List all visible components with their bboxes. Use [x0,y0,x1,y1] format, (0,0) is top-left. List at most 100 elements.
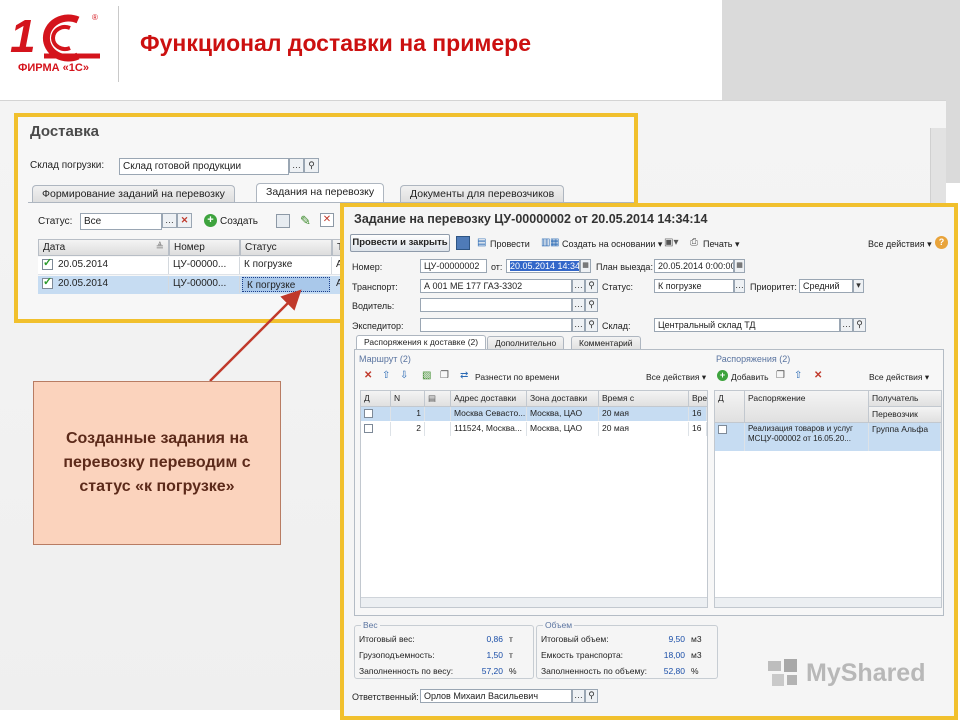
forwarder-field[interactable] [420,318,572,332]
table-row-selected[interactable]: 1 Москва Севасто... Москва, ЦАО 20 мая 1… [361,407,707,421]
search-icon[interactable]: ⚲ [585,298,598,312]
forwarder-label: Экспедитор: [352,321,404,331]
watermark-text: MyShared [806,659,926,687]
select-ellipsis-button[interactable]: … [840,318,853,332]
callout-text: Созданные задания на перевозку переводим… [63,430,251,495]
capacity-value: 1,50 [486,650,503,660]
move-up-icon[interactable]: ⇧ [794,370,802,381]
row-checkbox[interactable] [364,424,373,434]
orders-all-actions-menu[interactable]: Все действия ▾ [869,372,929,383]
post-button[interactable]: Провести [490,239,530,249]
status-label: Статус: [602,282,633,292]
copy-icon[interactable]: ❐ [776,370,785,381]
move-down-icon[interactable]: ⇩ [400,370,408,381]
column-address[interactable]: Адрес доставки [451,391,527,407]
responsible-label: Ответственный: [352,692,419,702]
calendar-icon[interactable]: ▦ [580,259,591,273]
select-ellipsis-button[interactable]: … [572,298,585,312]
create-based-menu[interactable]: Создать на основании ▾ [562,239,662,250]
print-menu[interactable]: Печать ▾ [703,239,740,250]
report-icon[interactable]: ▦ [550,237,559,248]
column-time-to[interactable]: Вре [689,391,708,407]
slide: 1 ® ФИРМА «1С» Функционал доставки на пр… [0,0,960,720]
select-ellipsis-button[interactable]: … [734,279,745,293]
orders-section-title: Распоряжения (2) [716,354,791,364]
copy-icon[interactable]: ❐ [440,370,449,381]
date-field[interactable]: 20.05.2014 14:34:14 [510,261,579,271]
column-order[interactable]: Распоряжение [745,391,869,423]
add-order-button[interactable]: Добавить [731,372,769,382]
column-carrier[interactable]: Перевозчик [869,407,942,423]
search-icon[interactable]: ⚲ [585,689,598,703]
table-row[interactable]: 2 111524, Москва... Москва, ЦАО 20 мая 1… [361,422,707,436]
fill-icon[interactable]: ▧ [422,370,431,381]
tab-delivery-orders[interactable]: Распоряжения к доставке (2) [356,335,487,349]
calendar-icon[interactable]: ▦ [734,259,745,273]
add-plus-icon[interactable]: + [717,370,728,381]
route-all-actions-menu[interactable]: Все действия ▾ [646,372,706,383]
transport-capacity-label: Емкость транспорта: [541,650,624,660]
row-time-from: 20 мая [599,407,689,421]
horizontal-scrollbar[interactable] [715,597,941,607]
responsible-field[interactable]: Орлов Михаил Васильевич [420,689,572,703]
number-label: Номер: [352,262,383,272]
distribute-by-time-button[interactable]: Разнести по времени [475,372,559,382]
all-actions-menu[interactable]: Все действия ▾ [868,239,932,250]
total-volume-unit: м3 [691,634,702,644]
search-icon[interactable]: ⚲ [853,318,866,332]
post-and-close-button[interactable]: Провести и закрыть [350,234,450,252]
status-field[interactable]: К погрузке [654,279,734,293]
help-icon[interactable]: ? [935,236,948,249]
callout-note: Созданные задания на перевозку переводим… [33,381,281,545]
number-field[interactable]: ЦУ-00000002 [420,259,487,273]
select-ellipsis-button[interactable]: … [572,689,585,703]
from-label: от: [491,262,503,272]
priority-field[interactable]: Средний [799,279,853,293]
printer-icon[interactable]: ⎙ [690,237,698,248]
tab-comment[interactable]: Комментарий [571,336,641,350]
delete-icon[interactable]: ✕ [364,370,372,381]
select-ellipsis-button[interactable]: … [572,318,585,332]
window-title: Задание на перевозку ЦУ-00000002 от 20.0… [354,212,708,226]
save-icon[interactable] [456,236,470,250]
transport-task-window: Задание на перевозку ЦУ-00000002 от 20.0… [340,203,958,720]
row-checkbox[interactable] [718,425,727,435]
total-weight-unit: т [509,634,513,644]
myshared-watermark: MyShared [766,657,926,693]
move-up-icon[interactable]: ⇧ [382,370,390,381]
plan-departure-label: План выезда: [596,262,653,272]
post-icon[interactable]: ▤ [477,237,486,248]
row-icon-cell [425,407,451,421]
warehouse-field[interactable]: Центральный склад ТД [654,318,840,332]
weight-fill-unit: % [509,666,517,676]
select-ellipsis-button[interactable]: … [572,279,585,293]
volume-fill-label: Заполненность по объему: [541,666,648,676]
weight-fill-label: Заполненность по весу: [359,666,454,676]
transport-capacity-unit: м3 [691,650,702,660]
attach-icon[interactable]: ▣▾ [664,237,678,248]
column-d[interactable]: Д [715,391,745,423]
table-row-selected[interactable]: Реализация товаров и услуг МСЦУ-000002 о… [715,423,941,451]
chevron-down-icon[interactable]: ▾ [853,279,864,293]
distribute-icon[interactable]: ⇄ [460,370,468,381]
column-n[interactable]: N [391,391,425,407]
tab-additional[interactable]: Дополнительно [487,336,565,350]
column-time-from[interactable]: Время с [599,391,689,407]
horizontal-scrollbar[interactable] [361,597,707,607]
search-icon[interactable]: ⚲ [585,318,598,332]
row-recipient: Группа Альфа [869,423,941,451]
column-zone[interactable]: Зона доставки [527,391,599,407]
column-icon[interactable]: ▤ [425,391,451,407]
delete-icon[interactable]: ✕ [814,370,822,381]
driver-label: Водитель: [352,301,395,311]
search-icon[interactable]: ⚲ [585,279,598,293]
driver-field[interactable] [420,298,572,312]
transport-field[interactable]: А 001 МЕ 177 ГАЗ-3302 [420,279,572,293]
plan-departure-field[interactable]: 20.05.2014 0:00:00 [654,259,734,273]
column-recipient[interactable]: Получатель [869,391,942,407]
orders-table: Д Распоряжение Получатель Перевозчик Реа… [714,390,942,608]
column-d[interactable]: Д [361,391,391,407]
row-checkbox[interactable] [364,409,373,419]
weight-fill-value: 57,20 [481,666,503,676]
row-time-from: 20 мая [599,422,689,436]
